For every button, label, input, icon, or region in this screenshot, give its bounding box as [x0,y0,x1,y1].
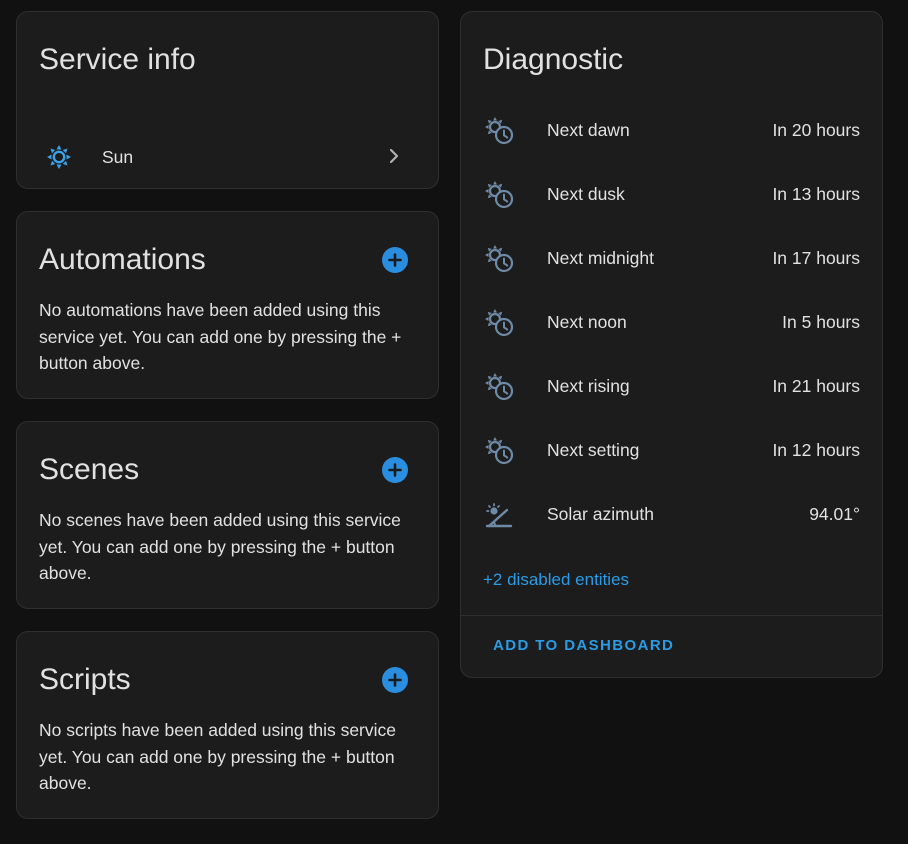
automations-card: Automations No automations have been add… [16,211,439,399]
card-divider [461,615,882,616]
sun-clock-icon [485,117,514,145]
sun-service-icon [47,145,71,169]
plus-icon [388,673,402,687]
sun-clock-icon [485,245,514,273]
sun-clock-icon [485,373,514,401]
add-to-dashboard-button[interactable]: ADD TO DASHBOARD [493,636,674,656]
diagnostic-entity-value: In 5 hours [782,312,860,332]
scripts-card: Scripts No scripts have been added using… [16,631,439,819]
diagnostic-entity-row[interactable]: Next midnight In 17 hours [461,226,882,290]
diagnostic-entity-row[interactable]: Next setting In 12 hours [461,418,882,482]
diagnostic-entity-name: Solar azimuth [547,504,654,524]
diagnostic-entity-value: In 21 hours [772,376,860,396]
scripts-title: Scripts [39,663,131,696]
diagnostic-entity-value: In 20 hours [772,120,860,140]
plus-icon [388,463,402,477]
scenes-title: Scenes [39,453,140,486]
diagnostic-entity-row[interactable]: Next dusk In 13 hours [461,162,882,226]
automations-description: No automations have been added using thi… [39,300,402,373]
diagnostic-entity-name: Next dusk [547,184,625,204]
diagnostic-entity-value: In 17 hours [772,248,860,268]
add-automation-button[interactable] [382,247,408,273]
disabled-entities-link[interactable]: +2 disabled entities [483,568,629,592]
diagnostic-entity-name: Next dawn [547,120,630,140]
sun-clock-icon [485,181,514,209]
service-info-title: Service info [39,43,196,76]
chevron-right-icon [389,148,399,164]
diagnostic-entity-row[interactable]: Next dawn In 20 hours [461,98,882,162]
scenes-description: No scenes have been added using this ser… [39,510,401,583]
diagnostic-title: Diagnostic [483,43,624,76]
sun-clock-icon [485,437,514,465]
service-sun-label: Sun [102,147,134,167]
sun-clock-icon [485,309,514,337]
diagnostic-entity-row[interactable]: Next rising In 21 hours [461,354,882,418]
diagnostic-entity-name: Next noon [547,312,627,332]
diagnostic-entity-row[interactable]: Solar azimuth 94.01° [461,482,882,546]
diagnostic-entity-name: Next rising [547,376,630,396]
add-script-button[interactable] [382,667,408,693]
sun-angle-icon [485,503,513,528]
diagnostic-entity-row[interactable]: Next noon In 5 hours [461,290,882,354]
diagnostic-entity-value: In 13 hours [772,184,860,204]
diagnostic-card: Diagnostic Next dawn In 20 hours Next dus… [460,11,883,678]
automations-title: Automations [39,243,206,276]
scripts-description: No scripts have been added using this se… [39,720,397,793]
scenes-card: Scenes No scenes have been added using t… [16,421,439,609]
diagnostic-entity-value: In 12 hours [772,440,860,460]
service-sun-row[interactable]: Sun [17,136,438,176]
diagnostic-entity-name: Next midnight [547,248,654,268]
service-info-card: Service info Sun [16,11,439,189]
diagnostic-entity-value: 94.01° [809,504,860,524]
add-scene-button[interactable] [382,457,408,483]
diagnostic-entity-name: Next setting [547,440,640,460]
plus-icon [388,253,402,267]
